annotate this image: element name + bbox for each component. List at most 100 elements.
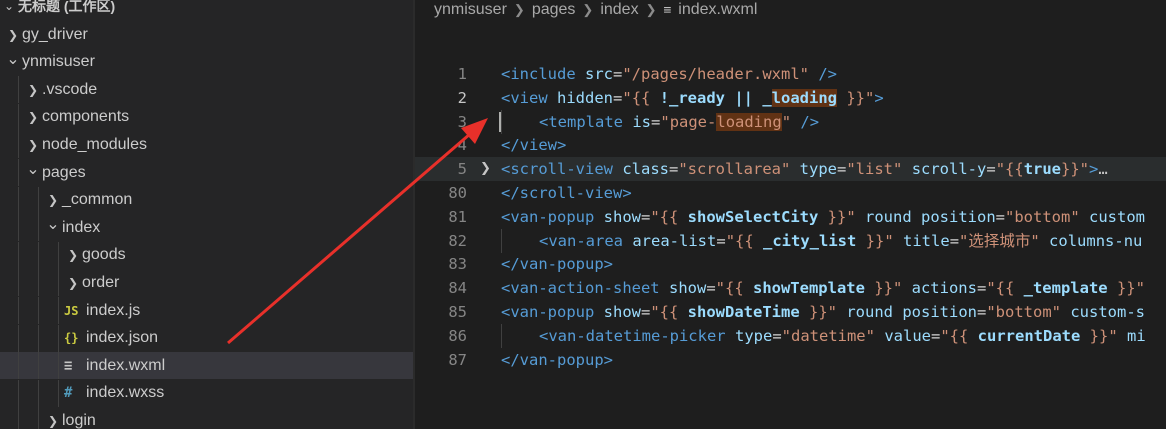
code-token: position [902,303,977,321]
line-number: 87 [448,350,467,369]
line-number: 86 [448,326,467,345]
editor-pane[interactable]: ynmisuser ❯ pages ❯ index ❯ ≡ index.wxml… [415,0,1166,429]
tree-file[interactable]: ≡ index.wxml [0,352,413,380]
code-token: "scrollarea" [678,160,791,179]
tree-folder[interactable]: ❯ node_modules [0,131,413,159]
code-token: }}" [856,231,894,250]
breadcrumb: ynmisuser ❯ pages ❯ index ❯ ≡ index.wxml [434,0,757,20]
code-token: "{{ [622,88,660,107]
tree-folder[interactable]: ❯ .vscode [0,76,413,104]
tree-item-label: login [62,411,96,429]
code-line[interactable]: 81 <van-popup show="{{ showSelectCity }}"… [415,205,1166,229]
code-token: src [585,65,613,83]
tree-folder[interactable]: ❯ _common [0,186,413,214]
code-token: "datetime" [781,326,875,345]
indent-guide [18,297,19,324]
code-line[interactable]: 5 ❯ <scroll-view class="scrollarea" type="… [415,157,1166,182]
chevron-right-icon: ❯ [645,2,657,17]
code-line[interactable]: 2 <view hidden="{{ !_ready || _loading }}… [415,86,1166,110]
tree-item-label: node_modules [42,135,147,153]
fold-chevron-icon[interactable]: ❯ [480,157,491,181]
code-line[interactable]: 83 </van-popup> [415,252,1166,276]
code-token: showTemplate [752,279,865,298]
indent-guide [18,159,19,186]
tree-folder[interactable]: ❯ components [0,103,413,131]
breadcrumb-segment[interactable]: index [600,1,638,19]
code-line[interactable]: 84 <van-action-sheet show="{{ showTemplat… [415,276,1166,300]
tree-folder[interactable]: ⌄ index [0,214,413,242]
indent-guide [38,241,39,269]
code-token: currentDate [977,326,1081,345]
tree-file[interactable]: {} index.json [0,324,413,352]
chevron-down-icon: ⌄ [26,159,40,178]
indent-guide [58,269,59,297]
code-token: "{{ [650,207,688,226]
breadcrumb-segment[interactable]: ynmisuser [434,1,507,19]
code-token: "{{ [650,303,688,321]
chevron-right-icon: ❯ [67,275,79,290]
indent-guide [18,352,19,380]
code-token: <van-popup [501,303,595,321]
code-token: </view> [501,136,567,155]
indent-guide [38,269,39,297]
code-token: true [1023,160,1062,179]
tree-item-label: gy_driver [22,25,88,43]
code-token: <scroll-view [501,160,613,179]
tree-item-label: index.wxss [86,384,165,402]
code-line[interactable]: 4 </view> [415,133,1166,157]
code-token: = [772,326,782,345]
code-line[interactable]: 82 <van-area area-list="{{ _city_list }}"… [415,228,1166,253]
code-text: <template is="page-loading" /> [499,109,819,134]
code-token: type [734,326,773,345]
tree-folder[interactable]: ❯ goods [0,241,413,269]
code-line[interactable]: 85 <van-popup show="{{ showDateTime }}" r… [415,300,1166,324]
chevron-down-icon: ⌄ [46,214,60,234]
indent-guide [18,131,19,159]
json-file-icon: {} [64,331,79,346]
code-token: hidden [557,88,614,107]
tree-file[interactable]: JS index.js [0,297,413,324]
tree-folder[interactable]: ❯ gy_driver [0,21,413,48]
code-line[interactable]: 86 <van-datetime-picker type="datetime" v… [415,323,1166,348]
code-token: position [921,207,996,226]
chevron-down-icon: ⌄ [6,48,20,68]
code-text: <van-action-sheet show="{{ showTemplate … [501,276,1145,300]
code-token: = [651,112,661,131]
tree-folder[interactable]: ❯ login [0,407,413,429]
code-token: " [781,112,792,131]
code-token: <van-popup [501,207,595,226]
code-text: </van-popup> [501,252,613,276]
code-token: }}" [864,279,903,298]
breadcrumb-segment[interactable]: index.wxml [678,1,757,19]
javascript-file-icon: JS [64,303,79,318]
indent-guide [38,297,39,324]
workspace-header[interactable]: ⌄ 无标题 (工作区) [0,0,413,18]
workspace-title: 无标题 (工作区) [18,0,116,14]
code-line[interactable]: 80 </scroll-view> [415,181,1166,205]
code-token: "{{ [995,160,1024,179]
line-number: 85 [448,303,467,321]
breadcrumb-segment[interactable]: pages [532,1,576,19]
code-text: <van-datetime-picker type="datetime" val… [501,323,1146,348]
tree-file[interactable]: # index.wxss [0,379,413,407]
code-line[interactable]: 87 </van-popup> [415,348,1166,372]
code-token: type [799,160,837,179]
code-text: </van-popup> [501,348,613,372]
tree-item-label: goods [82,246,126,264]
tree-folder[interactable]: ❯ order [0,269,413,297]
tree-folder[interactable]: ⌄ ynmisuser [0,49,413,76]
tree-folder[interactable]: ⌄ pages [0,159,413,186]
code-token: scroll-y [911,160,987,179]
code-line[interactable]: 3 <template is="page-loading" /> [415,109,1166,134]
code-token: </van-popup> [501,350,613,369]
chevron-right-icon: ❯ [47,413,59,428]
code-line[interactable]: 1 <include src="/pages/header.wxml" /> [415,62,1166,86]
indent-guide [38,352,39,380]
